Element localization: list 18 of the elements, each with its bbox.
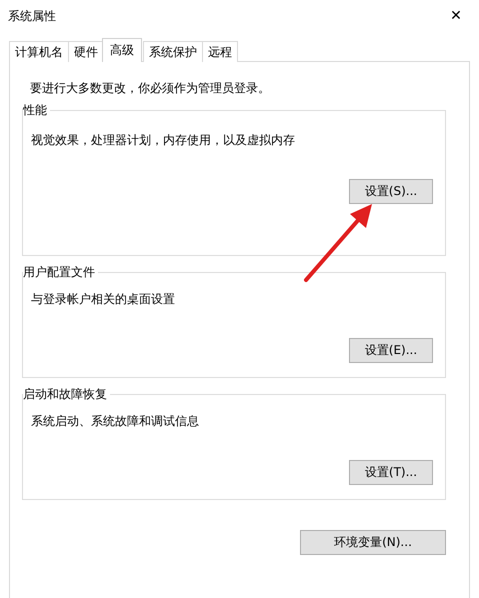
- notice-text: 要进行大多数更改，你必须作为管理员登录。: [30, 80, 271, 97]
- tab[interactable]: 计算机名: [9, 41, 69, 62]
- environment-variables-button[interactable]: 环境变量(N)...: [300, 530, 446, 555]
- settings-button[interactable]: 设置(T)...: [349, 460, 433, 485]
- group-title: 用户配置文件: [23, 264, 98, 281]
- group-description: 视觉效果，处理器计划，内存使用，以及虚拟内存: [31, 132, 296, 149]
- settings-button[interactable]: 设置(E)...: [349, 338, 433, 363]
- group-description: 与登录帐户相关的桌面设置: [31, 291, 176, 308]
- tab[interactable]: 远程: [202, 41, 238, 62]
- close-button[interactable]: ✕: [433, 0, 479, 32]
- group-title: 性能: [23, 102, 50, 119]
- tab[interactable]: 硬件: [68, 41, 104, 62]
- tab[interactable]: 高级: [102, 38, 142, 62]
- tab[interactable]: 系统保护: [143, 41, 203, 62]
- window-title: 系统属性: [8, 8, 56, 24]
- settings-button[interactable]: 设置(S)...: [349, 179, 433, 204]
- group-title: 启动和故障恢复: [23, 386, 110, 403]
- group-description: 系统启动、系统故障和调试信息: [31, 413, 200, 430]
